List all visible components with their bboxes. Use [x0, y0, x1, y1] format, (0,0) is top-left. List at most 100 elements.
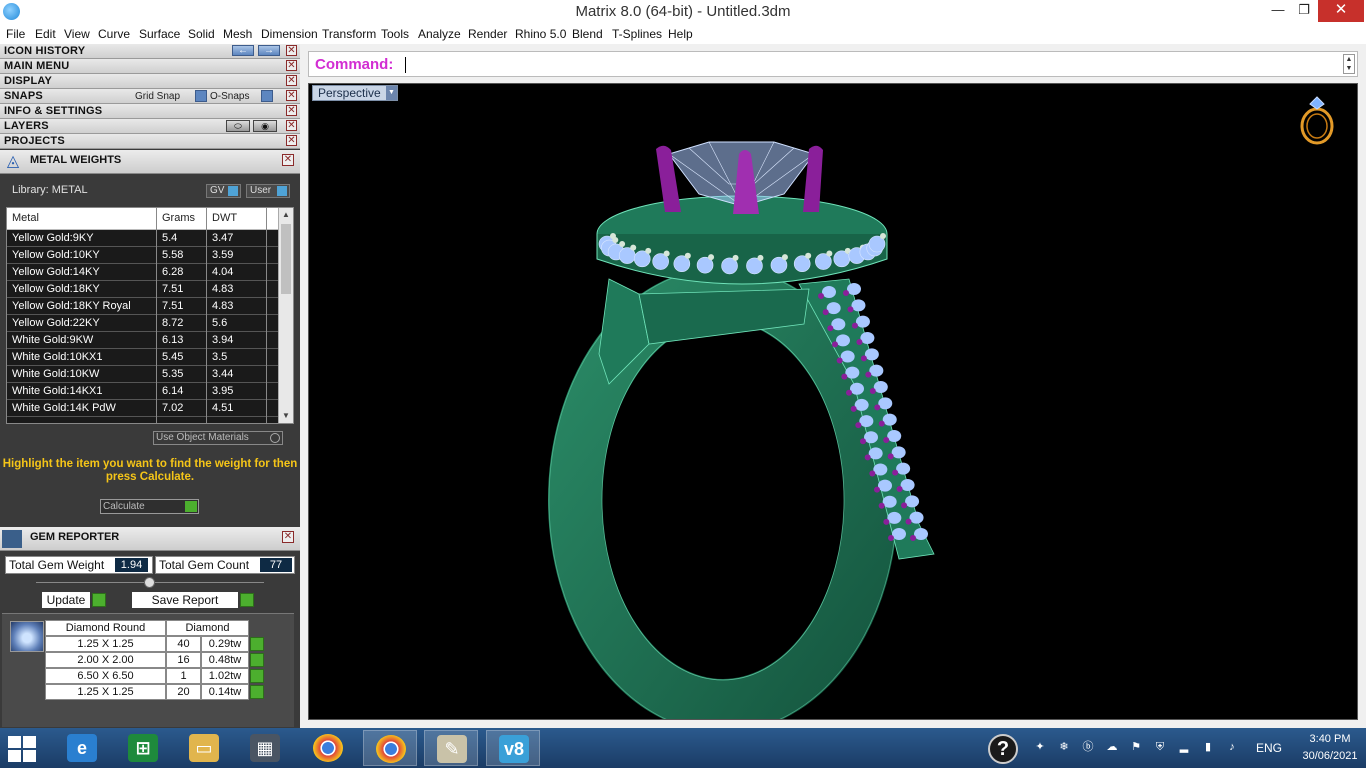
- play-icon[interactable]: [250, 669, 264, 683]
- section-projects[interactable]: PROJECTS ✕: [0, 134, 300, 149]
- table-row[interactable]: 1.25 X 1.25 20 0.14tw: [45, 684, 269, 700]
- close-icon[interactable]: ✕: [286, 120, 297, 131]
- ring-model[interactable]: [309, 84, 1358, 720]
- save-report-button[interactable]: Save Report: [132, 592, 254, 608]
- menu-tsplines[interactable]: T-Splines: [612, 27, 662, 41]
- minimize-button[interactable]: —: [1264, 0, 1292, 22]
- eye-icon[interactable]: ◉: [253, 120, 277, 132]
- ring-orientation-icon[interactable]: [1297, 94, 1337, 146]
- signal-icon[interactable]: ▂: [1177, 740, 1191, 754]
- viewport-tab[interactable]: Perspective ▼: [312, 85, 398, 101]
- chevron-down-icon[interactable]: ▼: [386, 86, 397, 100]
- column-metal[interactable]: Metal: [12, 212, 39, 224]
- close-button[interactable]: ✕: [1318, 0, 1364, 22]
- scroll-thumb[interactable]: [281, 224, 291, 294]
- column-dwt[interactable]: DWT: [212, 212, 237, 224]
- clock-time[interactable]: 3:40 PM: [1300, 733, 1360, 745]
- battery-icon[interactable]: ▮: [1201, 740, 1215, 754]
- maximize-button[interactable]: ❐: [1290, 0, 1318, 22]
- metal-table[interactable]: Metal Grams DWT Yellow Gold:9KY 5.4 3.47 Ye…: [6, 207, 294, 424]
- menu-curve[interactable]: Curve: [98, 27, 130, 41]
- calculate-button[interactable]: Calculate: [100, 499, 199, 514]
- column-grams[interactable]: Grams: [162, 212, 195, 224]
- section-snaps[interactable]: SNAPS Grid Snap O-Snaps ✕: [0, 89, 300, 104]
- metal-table-scrollbar[interactable]: ▲ ▼: [278, 208, 293, 423]
- taskbar-paint[interactable]: ✎: [424, 730, 478, 766]
- table-row[interactable]: White Gold:10KW 5.35 3.44: [7, 366, 279, 383]
- clock-date[interactable]: 30/06/2021: [1300, 750, 1360, 762]
- menu-transform[interactable]: Transform: [322, 27, 376, 41]
- close-icon[interactable]: ✕: [286, 75, 297, 86]
- o-snaps-toggle[interactable]: [261, 90, 273, 102]
- taskbar-chrome-active[interactable]: [363, 730, 417, 766]
- help-icon[interactable]: ?: [988, 734, 1018, 764]
- section-main-menu[interactable]: MAIN MENU ✕: [0, 59, 300, 74]
- menu-view[interactable]: View: [64, 27, 90, 41]
- update-button[interactable]: Update: [42, 592, 106, 608]
- table-row[interactable]: Yellow Gold:18KY 7.51 4.83: [7, 281, 279, 298]
- bluetooth-icon[interactable]: ✦: [1033, 740, 1047, 754]
- close-icon[interactable]: ✕: [282, 154, 294, 166]
- volume-icon[interactable]: ♪: [1225, 740, 1239, 754]
- start-button[interactable]: [8, 736, 38, 762]
- menu-blend[interactable]: Blend: [572, 27, 603, 41]
- table-row[interactable]: 1.25 X 1.25 40 0.29tw: [45, 636, 269, 652]
- table-row[interactable]: Yellow Gold:18KY Royal 7.51 4.83: [7, 298, 279, 315]
- table-row[interactable]: White Gold:9KW 6.13 3.94: [7, 332, 279, 349]
- language-indicator[interactable]: ENG: [1256, 741, 1282, 755]
- taskbar-vectorworks[interactable]: v8: [486, 730, 540, 766]
- table-row[interactable]: Yellow Gold:10KY 5.58 3.59: [7, 247, 279, 264]
- use-object-materials-toggle[interactable]: Use Object Materials: [153, 431, 283, 445]
- section-layers[interactable]: LAYERS ⬭ ◉ ✕: [0, 119, 300, 134]
- gem-slider-handle[interactable]: [144, 577, 155, 588]
- flag-icon[interactable]: ⚑: [1129, 740, 1143, 754]
- section-icon-history[interactable]: ICON HISTORY ← → ✕: [0, 44, 300, 59]
- command-input[interactable]: [405, 57, 406, 73]
- section-display[interactable]: DISPLAY ✕: [0, 74, 300, 89]
- grid-snap-toggle[interactable]: [195, 90, 207, 102]
- table-row[interactable]: 6.50 X 6.50 1 1.02tw: [45, 668, 269, 684]
- taskbar-matrix[interactable]: ▦: [238, 730, 292, 766]
- taskbar-chrome[interactable]: [301, 730, 355, 766]
- close-icon[interactable]: ✕: [282, 531, 294, 543]
- taskbar-ie[interactable]: e: [55, 730, 109, 766]
- scroll-down-icon[interactable]: ▼: [279, 409, 293, 423]
- table-row[interactable]: Yellow Gold:9KY 5.4 3.47: [7, 230, 279, 247]
- close-icon[interactable]: ✕: [286, 135, 297, 146]
- cloud-icon[interactable]: ☁: [1105, 740, 1119, 754]
- snowflake-icon[interactable]: ❄: [1057, 740, 1071, 754]
- close-icon[interactable]: ✕: [286, 90, 297, 101]
- gv-toggle[interactable]: GV: [206, 184, 241, 198]
- taskbar-store[interactable]: ⊞: [116, 730, 170, 766]
- menu-file[interactable]: File: [6, 27, 25, 41]
- menu-rhino[interactable]: Rhino 5.0: [515, 27, 566, 41]
- table-row[interactable]: White Gold:14KX1 6.14 3.95: [7, 383, 279, 400]
- perspective-viewport[interactable]: Perspective ▼: [308, 83, 1358, 720]
- command-history-spinner[interactable]: ▲ ▼: [1343, 54, 1355, 74]
- play-icon[interactable]: [250, 653, 264, 667]
- close-icon[interactable]: ✕: [286, 105, 297, 116]
- menu-render[interactable]: Render: [468, 27, 507, 41]
- user-toggle[interactable]: User: [246, 184, 290, 198]
- scroll-up-icon[interactable]: ▲: [279, 208, 293, 222]
- back-arrow-icon[interactable]: ←: [232, 45, 254, 56]
- table-row[interactable]: White Gold:14K PdW 7.02 4.51: [7, 400, 279, 417]
- close-icon[interactable]: ✕: [286, 45, 297, 56]
- table-row[interactable]: 2.00 X 2.00 16 0.48tw: [45, 652, 269, 668]
- menu-analyze[interactable]: Analyze: [418, 27, 461, 41]
- menu-edit[interactable]: Edit: [35, 27, 56, 41]
- menu-mesh[interactable]: Mesh: [223, 27, 252, 41]
- menu-solid[interactable]: Solid: [188, 27, 215, 41]
- table-row[interactable]: Yellow Gold:14KY 6.28 4.04: [7, 264, 279, 281]
- table-row[interactable]: White Gold:10KX1 5.45 3.5: [7, 349, 279, 366]
- menu-dimension[interactable]: Dimension: [261, 27, 318, 41]
- section-info-settings[interactable]: INFO & SETTINGS ✕: [0, 104, 300, 119]
- beats-icon[interactable]: ⓑ: [1081, 740, 1095, 754]
- close-icon[interactable]: ✕: [286, 60, 297, 71]
- table-row[interactable]: Yellow Gold:22KY 8.72 5.6: [7, 315, 279, 332]
- layer-visibility-icon[interactable]: ⬭: [226, 120, 250, 132]
- forward-arrow-icon[interactable]: →: [258, 45, 280, 56]
- shield-icon[interactable]: ⛨: [1153, 740, 1167, 754]
- play-icon[interactable]: [250, 685, 264, 699]
- menu-help[interactable]: Help: [668, 27, 693, 41]
